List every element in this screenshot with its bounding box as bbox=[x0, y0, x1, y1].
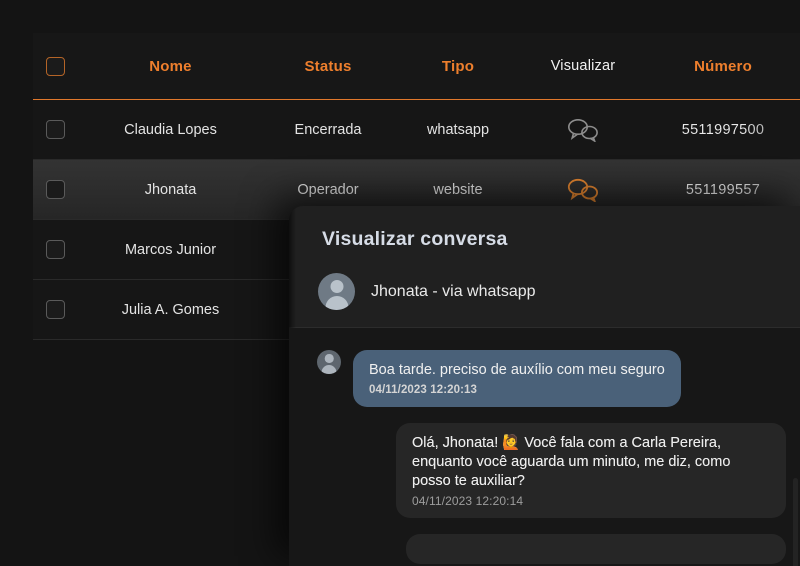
cell-tipo: whatsapp bbox=[426, 121, 490, 138]
user-avatar-icon bbox=[318, 273, 355, 310]
column-header-numero[interactable]: Número bbox=[643, 58, 800, 75]
cell-nome: Jhonata bbox=[144, 181, 197, 198]
cell-nome: Julia A. Gomes bbox=[121, 301, 220, 318]
select-all-checkbox[interactable] bbox=[46, 56, 65, 76]
message-bubble: Olá, Jhonata! 🙋 Você fala com a Carla Pe… bbox=[396, 422, 786, 519]
cell-nome: Claudia Lopes bbox=[124, 121, 217, 138]
cell-status: Encerrada bbox=[294, 121, 362, 138]
row-checkbox[interactable] bbox=[46, 300, 65, 319]
cell-status: Operador bbox=[297, 181, 359, 198]
conversation-peer-name: Jhonata - via whatsapp bbox=[371, 282, 536, 300]
view-conversation-button[interactable] bbox=[523, 178, 643, 202]
view-conversation-button[interactable] bbox=[523, 118, 643, 142]
row-checkbox[interactable] bbox=[46, 120, 65, 139]
select-all-checkbox-cell[interactable] bbox=[33, 56, 78, 76]
table-row[interactable]: Claudia Lopes Encerrada whatsapp 5511997… bbox=[33, 100, 800, 160]
user-avatar-icon bbox=[317, 350, 341, 374]
modal-header: Visualizar conversa bbox=[289, 206, 800, 251]
message-row-outgoing: Olá, Jhonata! 🙋 Você fala com a Carla Pe… bbox=[289, 422, 800, 535]
column-header-nome[interactable]: Nome bbox=[78, 58, 263, 75]
conversation-peer: Jhonata - via whatsapp bbox=[289, 251, 800, 327]
cell-nome: Marcos Junior bbox=[124, 241, 217, 258]
messages-scrollbar[interactable] bbox=[793, 478, 798, 566]
column-header-status[interactable]: Status bbox=[263, 58, 393, 75]
table-header-row: Nome Status Tipo Visualizar Número bbox=[33, 33, 800, 100]
row-checkbox-cell[interactable] bbox=[33, 180, 78, 199]
row-checkbox[interactable] bbox=[46, 180, 65, 199]
row-checkbox-cell[interactable] bbox=[33, 120, 78, 139]
column-header-tipo[interactable]: Tipo bbox=[393, 58, 523, 75]
message-timestamp: 04/11/2023 12:20:13 bbox=[369, 384, 478, 397]
message-timestamp: 04/11/2023 12:20:14 bbox=[412, 494, 524, 509]
cell-tipo: website bbox=[433, 181, 483, 198]
message-row-outgoing-partial bbox=[289, 534, 800, 566]
modal-title: Visualizar conversa bbox=[322, 228, 508, 250]
chat-bubbles-icon[interactable] bbox=[566, 178, 600, 202]
app-root: Nome Status Tipo Visualizar Número Claud… bbox=[0, 0, 800, 566]
message-row-incoming: Boa tarde. preciso de auxílio com meu se… bbox=[289, 350, 800, 423]
column-header-visualizar[interactable]: Visualizar bbox=[523, 58, 643, 74]
message-text: Olá, Jhonata! 🙋 Você fala com a Carla Pe… bbox=[412, 434, 770, 492]
message-bubble: Boa tarde. preciso de auxílio com meu se… bbox=[353, 350, 681, 407]
row-checkbox-cell[interactable] bbox=[33, 300, 78, 319]
row-checkbox-cell[interactable] bbox=[33, 240, 78, 259]
chat-bubbles-icon[interactable] bbox=[566, 118, 600, 142]
message-bubble bbox=[406, 534, 786, 565]
message-text: Boa tarde. preciso de auxílio com meu se… bbox=[369, 362, 665, 378]
row-checkbox[interactable] bbox=[46, 240, 65, 259]
cell-numero: 551199557 bbox=[643, 182, 800, 198]
messages-list[interactable]: Boa tarde. preciso de auxílio com meu se… bbox=[289, 328, 800, 566]
view-conversation-modal: Visualizar conversa Jhonata - via whatsa… bbox=[289, 206, 800, 566]
cell-numero: 5511997500 bbox=[643, 122, 800, 138]
